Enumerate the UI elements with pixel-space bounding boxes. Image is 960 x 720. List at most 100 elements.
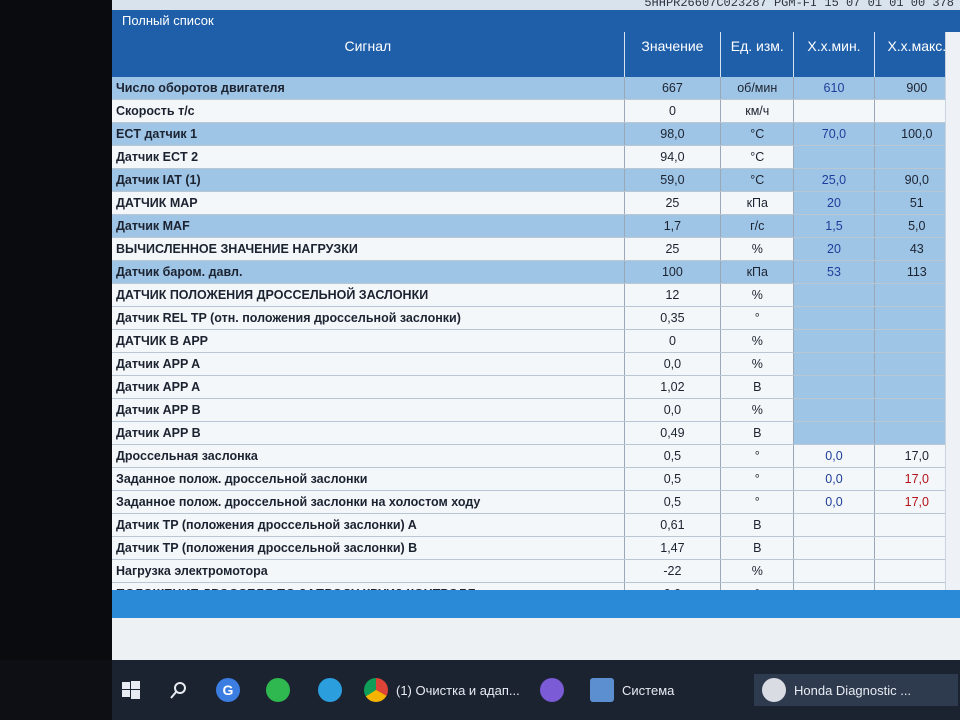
table-row[interactable]: ВЫЧИСЛЕННОЕ ЗНАЧЕНИЕ НАГРУЗКИ 25% 20 43 <box>112 237 960 261</box>
honda-diagnostic-task-label: Honda Diagnostic ... <box>794 682 912 698</box>
cell-unit: ° <box>720 490 795 514</box>
table-row[interactable]: Датчик ECT 2 94,0 °C <box>112 145 960 169</box>
cell-signal: Скорость т/с <box>112 99 625 123</box>
cell-value: 0,5 <box>624 490 722 514</box>
cell-value: 0,35 <box>624 306 722 330</box>
telegram-icon[interactable] <box>318 674 342 706</box>
cell-min <box>793 352 875 376</box>
cell-min <box>793 99 875 123</box>
table-row[interactable]: Датчик баром. давл. 100 кПа 53 113 <box>112 260 960 284</box>
table-row[interactable]: Датчик TP (положения дроссельной заслонк… <box>112 536 960 560</box>
monitor-bezel <box>0 0 112 660</box>
cell-unit: ° <box>720 306 795 330</box>
cell-min: 0,0 <box>793 444 875 468</box>
cell-min <box>793 306 875 330</box>
cell-unit: % <box>720 237 795 261</box>
cell-min <box>793 398 875 422</box>
magnifier-icon <box>170 682 186 699</box>
cell-value: 0,0 <box>624 352 722 376</box>
col-header-unit[interactable]: Ед. изм. <box>720 32 795 77</box>
cell-unit: % <box>720 352 795 376</box>
cell-value: 94,0 <box>624 145 722 169</box>
honda-diagnostic-icon <box>762 678 786 702</box>
grid-scrollbar[interactable]: ⌵ <box>945 32 960 607</box>
cell-min: 610 <box>793 77 875 100</box>
cell-unit: °C <box>720 168 795 192</box>
cell-unit: км/ч <box>720 99 795 123</box>
cell-signal: Датчик TP (положения дроссельной заслонк… <box>112 536 625 560</box>
cell-unit: кПа <box>720 260 795 284</box>
cell-min: 20 <box>793 237 875 261</box>
cell-unit: % <box>720 329 795 353</box>
google-icon[interactable]: G <box>216 674 240 706</box>
cell-signal: Датчик APP B <box>112 421 625 445</box>
cell-signal: Заданное полож. дроссельной заслонки <box>112 467 625 491</box>
table-row[interactable]: Датчик REL TP (отн. положения дроссельно… <box>112 306 960 330</box>
cell-signal: Датчик APP A <box>112 375 625 399</box>
table-row[interactable]: Скорость т/с 0 км/ч <box>112 99 960 123</box>
search-icon[interactable] <box>170 674 188 706</box>
signal-grid[interactable]: Сигнал Значение Ед. изм. Х.х.мин. Х.х.ма… <box>112 32 960 607</box>
table-row[interactable]: ECT датчик 1 98,0 °C 70,0 100,0 <box>112 122 960 146</box>
signal-table: Сигнал Значение Ед. изм. Х.х.мин. Х.х.ма… <box>112 32 960 606</box>
windows-start-icon[interactable] <box>122 674 140 706</box>
cell-value: 0,61 <box>624 513 722 537</box>
window-title-bar: 5HHPR26607C023287 PGM-FI 15 07 01 01 00 … <box>112 0 960 10</box>
table-row[interactable]: Заданное полож. дроссельной заслонки 0,5 °… <box>112 467 960 491</box>
table-row[interactable]: Дроссельная заслонка 0,5 ° 0,0 17,0 <box>112 444 960 468</box>
cell-unit: В <box>720 375 795 399</box>
table-row[interactable]: ДАТЧИК MAP 25 кПа 20 51 <box>112 191 960 215</box>
table-row[interactable]: Датчик MAF 1,7 г/с 1,5 5,0 <box>112 214 960 238</box>
cell-unit: г/с <box>720 214 795 238</box>
cell-value: 59,0 <box>624 168 722 192</box>
cell-min: 1,5 <box>793 214 875 238</box>
table-row[interactable]: Нагрузка электромотора -22% <box>112 559 960 583</box>
table-row[interactable]: Датчик APP B 0,49 В <box>112 421 960 445</box>
cell-value: 0,5 <box>624 444 722 468</box>
cell-signal: ДАТЧИК В APP <box>112 329 625 353</box>
cell-value: 100 <box>624 260 722 284</box>
chrome-task-button[interactable]: (1) Очистка и адап... <box>364 674 534 706</box>
col-header-min[interactable]: Х.х.мин. <box>793 32 875 77</box>
table-row[interactable]: ДАТЧИК В APP 0% <box>112 329 960 353</box>
cell-value: 25 <box>624 237 722 261</box>
table-row[interactable]: Заданное полож. дроссельной заслонки на … <box>112 490 960 514</box>
viber-icon[interactable] <box>540 674 564 706</box>
cell-signal: ДАТЧИК ПОЛОЖЕНИЯ ДРОССЕЛЬНОЙ ЗАСЛОНКИ <box>112 283 625 307</box>
table-row[interactable]: Число оборотов двигателя 667 об/мин 610 900 <box>112 77 960 100</box>
cell-min: 20 <box>793 191 875 215</box>
cell-value: 98,0 <box>624 122 722 146</box>
cell-value: 667 <box>624 77 722 100</box>
table-row[interactable]: Датчик TP (положения дроссельной заслонк… <box>112 513 960 537</box>
table-row[interactable]: Датчик APP B 0,0% <box>112 398 960 422</box>
cell-signal: ДАТЧИК MAP <box>112 191 625 215</box>
cell-signal: Датчик APP B <box>112 398 625 422</box>
honda-diagnostic-task-button[interactable]: Honda Diagnostic ... <box>754 674 958 706</box>
cell-signal: Дроссельная заслонка <box>112 444 625 468</box>
table-row[interactable]: Датчик APP A 0,0% <box>112 352 960 376</box>
cell-value: 1,47 <box>624 536 722 560</box>
cell-signal: ВЫЧИСЛЕННОЕ ЗНАЧЕНИЕ НАГРУЗКИ <box>112 237 625 261</box>
col-header-signal[interactable]: Сигнал <box>112 32 625 77</box>
cell-value: -22 <box>624 559 722 583</box>
col-header-value[interactable]: Значение <box>624 32 722 77</box>
cell-value: 0,5 <box>624 467 722 491</box>
cell-unit: кПа <box>720 191 795 215</box>
google-g-icon: G <box>216 678 240 702</box>
cell-signal: Датчик баром. давл. <box>112 260 625 284</box>
cell-unit: °C <box>720 122 795 146</box>
table-row[interactable]: ДАТЧИК ПОЛОЖЕНИЯ ДРОССЕЛЬНОЙ ЗАСЛОНКИ 12% <box>112 283 960 307</box>
cell-unit: ° <box>720 467 795 491</box>
cell-signal: Число оборотов двигателя <box>112 77 625 100</box>
table-body: Число оборотов двигателя 667 об/мин 610 900 С… <box>112 77 960 606</box>
whatsapp-icon[interactable] <box>266 674 290 706</box>
cell-min <box>793 513 875 537</box>
table-row[interactable]: Датчик IAT (1) 59,0 °C 25,0 90,0 <box>112 168 960 192</box>
cell-min <box>793 559 875 583</box>
cell-min: 0,0 <box>793 467 875 491</box>
telegram-logo-icon <box>318 678 342 702</box>
cell-min <box>793 329 875 353</box>
table-row[interactable]: Датчик APP A 1,02 В <box>112 375 960 399</box>
cell-signal: Датчик TP (положения дроссельной заслонк… <box>112 513 625 537</box>
system-task-button[interactable]: Система <box>590 674 740 706</box>
